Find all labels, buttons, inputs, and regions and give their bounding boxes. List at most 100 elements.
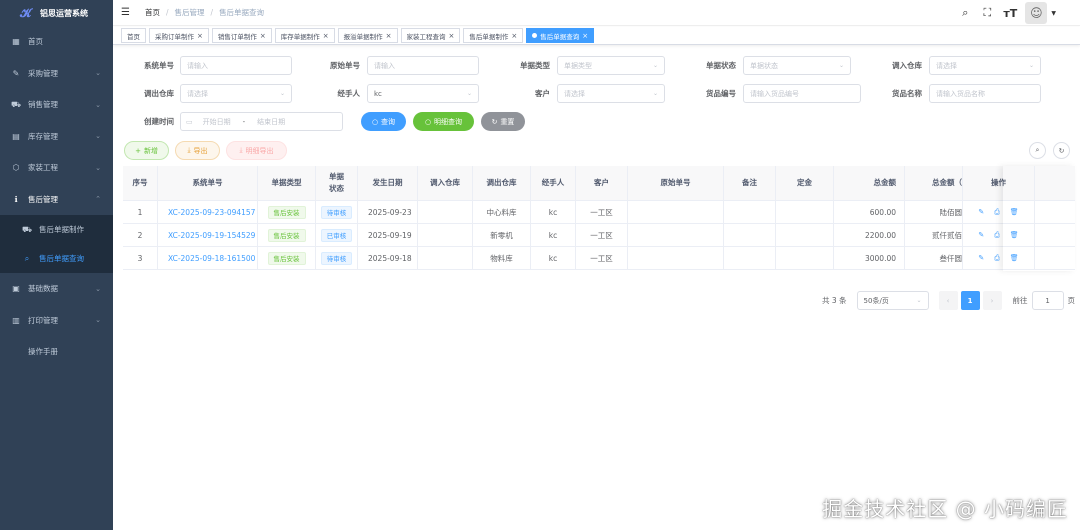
hamburger-icon[interactable]: ☰ <box>121 7 135 18</box>
caret-down-icon[interactable]: ▼ <box>1051 10 1056 17</box>
column-header[interactable]: 序号 <box>123 166 158 200</box>
cell-no: XC-2025-09-18-161500 <box>158 247 258 269</box>
tag-7[interactable]: 售后单据查询 × <box>526 28 595 43</box>
orig-no-input[interactable]: 请输入 <box>367 56 479 75</box>
search-icon[interactable]: ⌕ <box>959 6 971 20</box>
column-header[interactable]: 定金 <box>776 166 834 200</box>
in-wh-select[interactable]: 请选择 ⌄ <box>929 56 1041 75</box>
cell-amount_cn: 贰仟贰佰 <box>905 224 963 246</box>
column-header[interactable]: 系统单号 <box>158 166 258 200</box>
customer-select[interactable]: 请选择 ⌄ <box>557 84 665 103</box>
query-button[interactable]: ○ 查询 <box>361 112 406 131</box>
doc-no-link[interactable]: XC-2025-09-19-154529 <box>168 231 255 240</box>
column-header[interactable]: 总金额 <box>834 166 905 200</box>
breadcrumb-home[interactable]: 首页 <box>145 7 160 18</box>
cell-date: 2025-09-23 <box>358 201 418 223</box>
table-row[interactable]: 2 XC-2025-09-19-154529 售后安装 已审核 2025-09-19 新零… <box>123 224 1075 247</box>
printer-icon[interactable]: ⎙ <box>994 254 1000 263</box>
tag-1[interactable]: 采购订单制作 × <box>149 28 209 43</box>
edit-icon[interactable]: ✎ <box>978 231 984 240</box>
export-detail-button[interactable]: ⤓ 明细导出 <box>226 141 287 160</box>
logo-icon: 𝓚 <box>20 6 32 20</box>
sidebar-item-3[interactable]: ▤ 库存管理 ⌄ <box>0 121 113 153</box>
table-row[interactable]: 3 XC-2025-09-18-161500 售后安装 待审核 2025-09-18 物料… <box>123 247 1075 270</box>
export-button[interactable]: ⤓ 导出 <box>175 141 220 160</box>
sidebar-item-1[interactable]: ✎ 采购管理 ⌄ <box>0 58 113 90</box>
doc-no-input[interactable]: 请输入 <box>180 56 292 75</box>
doc-no-link[interactable]: XC-2025-09-23-094157 <box>168 208 255 217</box>
sidebar-item-0[interactable]: ▦ 首页 <box>0 26 113 58</box>
sidebar-item-7[interactable]: ▥ 打印管理 ⌄ <box>0 305 113 337</box>
goto-page-input[interactable]: 1 <box>1031 291 1064 310</box>
column-header[interactable]: 单据 状态 <box>316 166 358 200</box>
tag-6[interactable]: 售后单据制作 × <box>463 28 524 43</box>
created-date-range[interactable]: ▭ 开始日期 - 结束日期 <box>180 112 343 131</box>
column-header[interactable]: 单据类型 <box>258 166 316 200</box>
close-icon[interactable]: × <box>260 32 266 40</box>
font-size-icon[interactable]: тT <box>1003 7 1017 20</box>
handler-label: 经手人 <box>337 89 361 98</box>
page-size-select[interactable]: 50条/页 ⌄ <box>856 291 929 310</box>
edit-icon[interactable]: ✎ <box>978 208 984 217</box>
column-header[interactable]: 发生日期 <box>358 166 418 200</box>
printer-icon[interactable]: ⎙ <box>994 208 1000 217</box>
sidebar-subitem-1[interactable]: ⌕ 售后单据查询 <box>0 244 113 273</box>
tag-0[interactable]: 首页 <box>121 28 146 43</box>
next-page-button[interactable]: › <box>982 291 1002 310</box>
fullscreen-icon[interactable]: ⛶ <box>981 6 993 20</box>
doc-no-link[interactable]: XC-2025-09-18-161500 <box>168 254 255 263</box>
table-row[interactable]: 1 XC-2025-09-23-094157 售后安装 待审核 2025-09-23 中心… <box>123 201 1075 224</box>
sidebar-item-2[interactable]: ⛟ 销售管理 ⌄ <box>0 89 113 121</box>
end-date-input[interactable]: 结束日期 <box>257 117 285 127</box>
tag-label: 售后单据查询 <box>540 32 580 41</box>
column-header[interactable]: 调出仓库 <box>473 166 531 200</box>
close-icon[interactable]: × <box>386 32 392 40</box>
out-wh-select[interactable]: 请选择 ⌄ <box>180 84 292 103</box>
tags-view: 首页 采购订单制作 × 销售订单制作 × 库存单据制作 × 报溢单据制作 × 家装工程查询 × 售后单… <box>113 27 1080 45</box>
doc-type-select[interactable]: 单据类型 ⌄ <box>557 56 665 75</box>
created-label: 创建时间 <box>144 117 174 126</box>
page-number[interactable]: 1 <box>960 291 980 310</box>
goods-name-input[interactable]: 请输入货品名称 <box>929 84 1041 103</box>
detail-query-button[interactable]: ○ 明细查询 <box>413 112 474 131</box>
reset-button[interactable]: ↻ 重置 <box>481 112 525 131</box>
close-icon[interactable]: × <box>582 32 588 40</box>
column-header[interactable]: 总金额（ <box>905 166 963 200</box>
handler-select[interactable]: kc ⌄ <box>367 84 479 103</box>
close-icon[interactable]: × <box>323 32 329 40</box>
delete-icon[interactable]: 🗑 <box>1010 231 1019 240</box>
goods-code-input[interactable]: 请输入货品编号 <box>743 84 861 103</box>
delete-icon[interactable]: 🗑 <box>1010 208 1019 217</box>
column-header[interactable]: 原始单号 <box>628 166 724 200</box>
sidebar-item-label: 首页 <box>28 37 43 47</box>
edit-icon[interactable]: ✎ <box>978 254 984 263</box>
tag-3[interactable]: 库存单据制作 × <box>274 28 335 43</box>
sidebar-subitem-0[interactable]: ⛟ 售后单据制作 <box>0 215 113 244</box>
column-header[interactable]: 调入仓库 <box>418 166 473 200</box>
close-icon[interactable]: × <box>449 32 455 40</box>
tag-2[interactable]: 销售订单制作 × <box>211 28 272 43</box>
close-icon[interactable]: × <box>197 32 203 40</box>
doc-status-select[interactable]: 单据状态 ⌄ <box>743 56 851 75</box>
printer-icon[interactable]: ⎙ <box>994 231 1000 240</box>
column-header[interactable]: 经手人 <box>531 166 576 200</box>
column-header[interactable]: 客户 <box>576 166 628 200</box>
refresh-button[interactable]: ↻ <box>1053 142 1070 159</box>
sidebar-item-6[interactable]: ▣ 基础数据 ⌄ <box>0 273 113 305</box>
sidebar-item-5[interactable]: ℹ 售后管理 ⌃ <box>0 184 113 216</box>
brand[interactable]: 𝓚 铝思运营系统 <box>0 0 113 26</box>
close-icon[interactable]: × <box>511 32 517 40</box>
table-header: 序号 系统单号 单据类型 单据 状态 发生日期 调入仓库 调出仓库 经手人 客户 原始单号 备注 定金… <box>123 166 1075 201</box>
column-header[interactable]: 备注 <box>724 166 776 200</box>
sidebar-item-4[interactable]: ⬡ 家装工程 ⌄ <box>0 152 113 184</box>
sidebar-item-8[interactable]: 操作手册 <box>0 336 113 368</box>
add-button[interactable]: + 新增 <box>124 141 169 160</box>
toggle-search-button[interactable]: ⌕ <box>1029 142 1046 159</box>
prev-page-button[interactable]: ‹ <box>938 291 958 310</box>
avatar[interactable]: ☺ <box>1025 2 1048 24</box>
column-header[interactable]: 操作 <box>963 166 1035 200</box>
delete-icon[interactable]: 🗑 <box>1010 254 1019 263</box>
tag-5[interactable]: 家装工程查询 × <box>400 28 461 43</box>
tag-4[interactable]: 报溢单据制作 × <box>337 28 398 43</box>
start-date-input[interactable]: 开始日期 <box>203 117 231 127</box>
